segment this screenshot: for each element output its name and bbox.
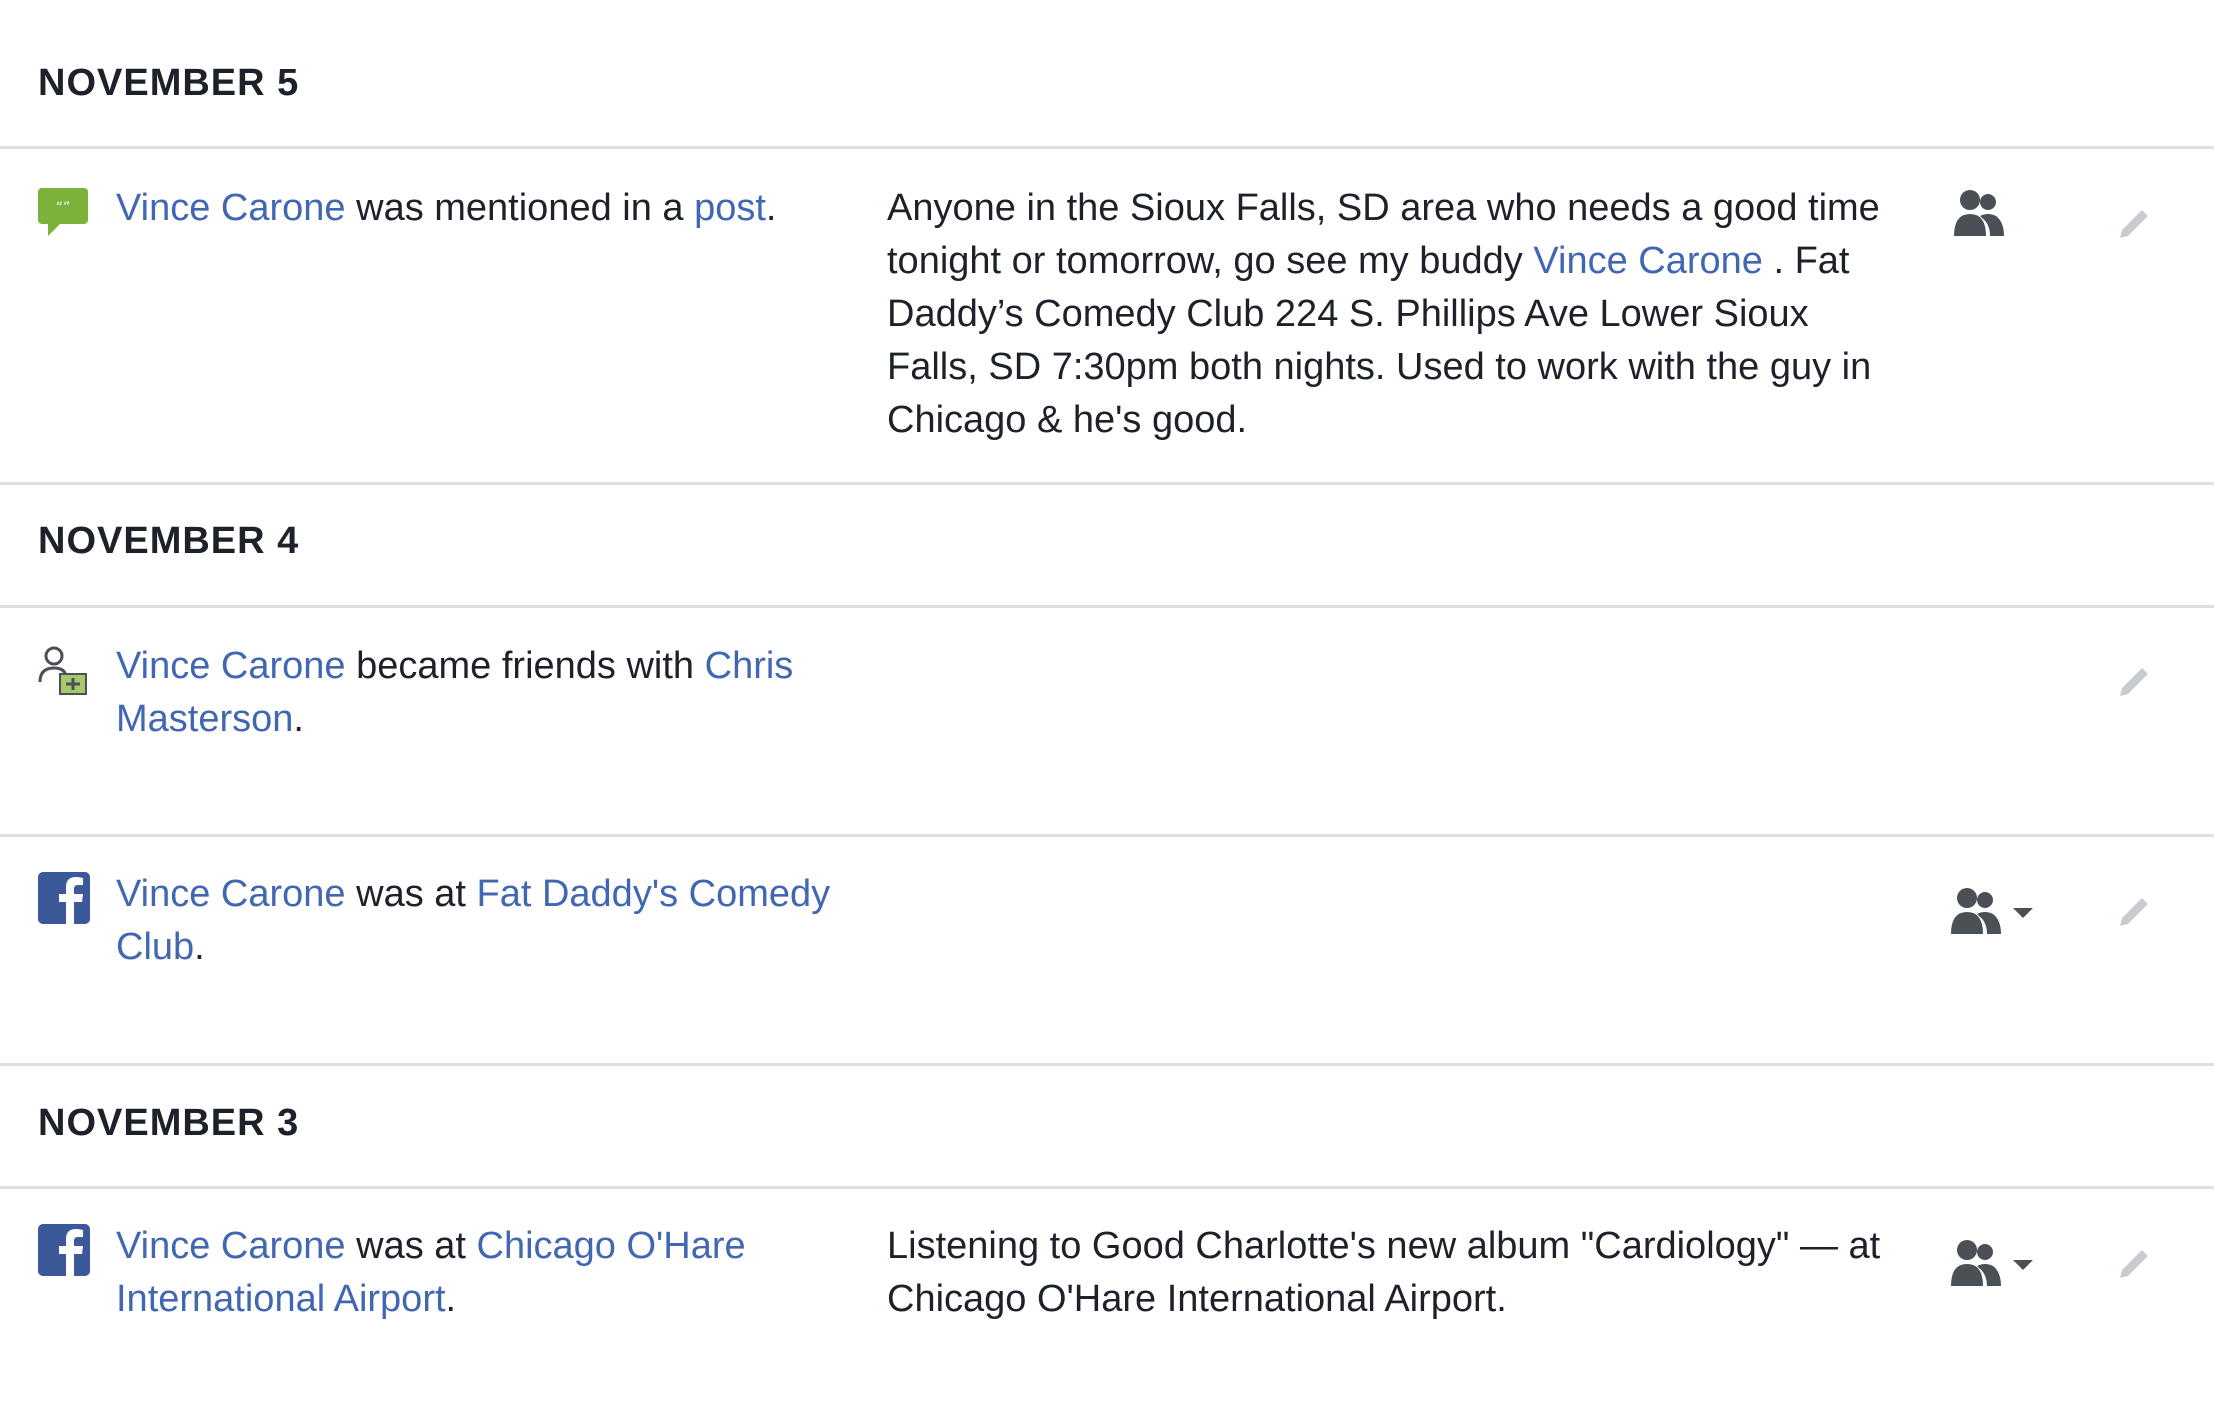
actor-link[interactable]: Vince Carone [116, 645, 346, 687]
date-header: NOVEMBER 4 [38, 520, 300, 562]
friends-icon[interactable] [1950, 186, 2040, 246]
activity-text: Vince Carone became friends with Chris M… [116, 640, 836, 746]
activity-verb: was at [345, 1225, 477, 1267]
activity-end: . [445, 1278, 457, 1320]
activity-end: . [765, 187, 777, 229]
date-header: NOVEMBER 5 [38, 62, 300, 104]
speech-bubble-icon: “” [38, 188, 88, 236]
activity-verb: was mentioned in a [345, 187, 695, 229]
post-link[interactable]: post [694, 187, 766, 229]
pencil-icon[interactable] [2112, 1242, 2156, 1286]
activity-end: . [293, 698, 304, 740]
facebook-icon [38, 872, 90, 924]
activity-text: Vince Carone was at Fat Daddy's Comedy C… [116, 868, 836, 974]
divider [0, 482, 2214, 485]
actor-link[interactable]: Vince Carone [116, 1225, 346, 1267]
divider [0, 1186, 2214, 1189]
post-content: Anyone in the Sioux Falls, SD area who n… [887, 182, 1897, 447]
activity-text: Vince Carone was mentioned in a post. [116, 182, 836, 235]
divider [0, 1063, 2214, 1066]
actor-link[interactable]: Vince Carone [116, 873, 346, 915]
divider [0, 834, 2214, 837]
friend-add-icon [38, 646, 87, 695]
pencil-icon[interactable] [2112, 890, 2156, 934]
friends-dropdown-icon[interactable] [1947, 1236, 2037, 1296]
activity-end: . [194, 926, 205, 968]
pencil-icon[interactable] [2112, 660, 2156, 704]
facebook-icon [38, 1224, 90, 1276]
post-content: Listening to Good Charlotte's new album … [887, 1220, 1897, 1326]
svg-text:“”: “” [56, 200, 71, 216]
friends-dropdown-icon[interactable] [1947, 884, 2037, 944]
pencil-icon[interactable] [2112, 202, 2156, 246]
divider [0, 605, 2214, 608]
date-header: NOVEMBER 3 [38, 1102, 300, 1144]
activity-log: NOVEMBER 5 “” Vince Carone was mentioned… [0, 0, 2214, 1414]
mention-link[interactable]: Vince Carone [1533, 240, 1763, 282]
activity-verb: became friends with [345, 645, 705, 687]
divider [0, 146, 2214, 149]
activity-verb: was at [345, 873, 477, 915]
actor-link[interactable]: Vince Carone [116, 187, 346, 229]
activity-text: Vince Carone was at Chicago O'Hare Inter… [116, 1220, 836, 1326]
post-text: Listening to Good Charlotte's new album … [887, 1225, 1881, 1320]
